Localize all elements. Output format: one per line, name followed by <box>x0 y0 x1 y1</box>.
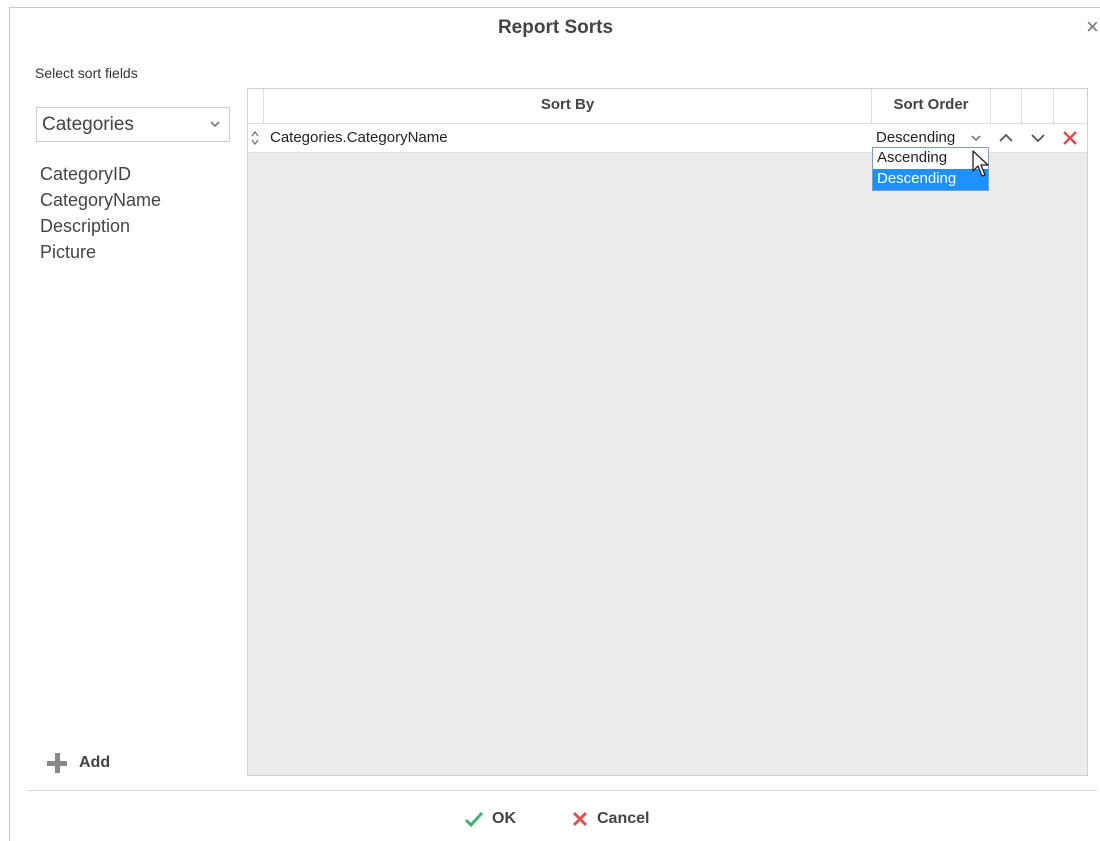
select-sort-fields-label: Select sort fields <box>35 65 138 81</box>
sort-grid: Sort By Sort Order Categories.CategoryNa… <box>247 88 1088 776</box>
table-select-value: Categories <box>42 114 134 135</box>
add-button[interactable]: Add <box>47 750 110 776</box>
ok-button-label: OK <box>492 810 516 827</box>
sort-order-value: Descending <box>876 129 956 146</box>
header-drag-column <box>248 89 264 123</box>
dialog-title: Report Sorts <box>497 17 614 38</box>
ok-button[interactable]: OK <box>464 807 516 831</box>
report-sorts-dialog: Report Sorts × Select sort fields Catego… <box>9 7 1100 841</box>
table-select[interactable]: Categories <box>36 107 230 142</box>
header-move-up-column <box>991 89 1022 123</box>
grid-header: Sort By Sort Order <box>248 89 1087 124</box>
cancel-button[interactable]: Cancel <box>571 807 649 831</box>
sort-by-value: Categories.CategoryName <box>270 129 448 146</box>
move-down-icon[interactable] <box>1028 128 1048 148</box>
cancel-x-icon <box>572 811 588 827</box>
field-item-categoryname[interactable]: CategoryName <box>40 187 161 213</box>
close-icon[interactable]: × <box>1086 14 1100 40</box>
header-move-down-column <box>1022 89 1054 123</box>
field-item-description[interactable]: Description <box>40 213 161 239</box>
move-up-icon[interactable] <box>996 128 1016 148</box>
field-list: CategoryID CategoryName Description Pict… <box>40 161 161 265</box>
chevron-down-icon <box>971 135 981 142</box>
mouse-cursor-icon <box>972 150 989 177</box>
sort-order-select[interactable]: Descending <box>874 127 990 149</box>
footer-divider <box>27 790 1097 791</box>
plus-icon <box>47 753 67 773</box>
chevron-down-icon <box>210 121 220 128</box>
drag-handle-icon[interactable] <box>249 128 261 148</box>
field-item-picture[interactable]: Picture <box>40 239 161 265</box>
check-icon <box>464 811 484 828</box>
cancel-button-label: Cancel <box>597 810 650 827</box>
header-sort-order: Sort Order <box>872 89 991 123</box>
delete-icon[interactable] <box>1060 128 1080 148</box>
header-delete-column <box>1054 89 1087 123</box>
field-item-categoryid[interactable]: CategoryID <box>40 161 161 187</box>
header-sort-by: Sort By <box>264 89 872 123</box>
add-button-label: Add <box>79 754 111 771</box>
